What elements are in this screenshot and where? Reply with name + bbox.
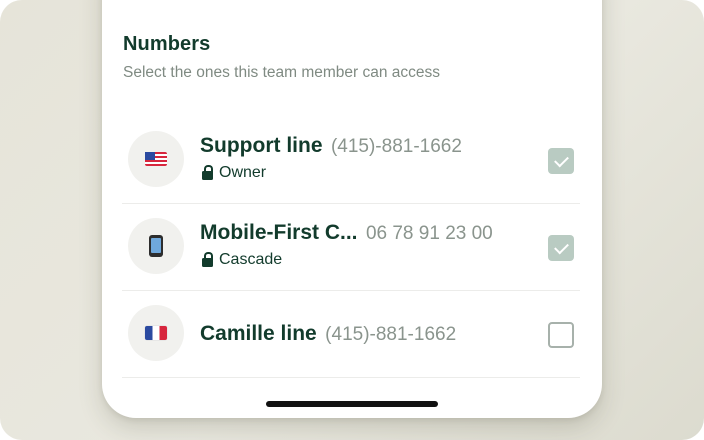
number-avatar xyxy=(128,305,184,361)
phone-number: 06 78 91 23 00 xyxy=(365,223,493,244)
number-name: Camille line xyxy=(200,322,317,345)
access-checkbox[interactable] xyxy=(548,235,574,261)
lock-icon xyxy=(202,251,213,267)
row-divider xyxy=(122,377,580,378)
us-flag-icon xyxy=(145,152,167,166)
row-divider xyxy=(122,290,580,291)
access-text: Owner xyxy=(219,164,267,181)
home-indicator[interactable] xyxy=(266,401,438,407)
section-subtitle: Select the ones this team member can acc… xyxy=(123,64,441,81)
section-title: Numbers xyxy=(123,33,211,55)
checkmark-icon xyxy=(553,152,569,167)
access-label: Owner xyxy=(202,164,266,182)
number-avatar xyxy=(128,218,184,274)
lock-icon xyxy=(202,164,213,180)
access-label: Cascade xyxy=(202,251,282,269)
access-checkbox[interactable] xyxy=(548,148,574,174)
row-divider xyxy=(122,203,580,204)
number-name: Support line xyxy=(200,134,323,157)
number-avatar xyxy=(128,131,184,187)
background-frame: Numbers Select the ones this team member… xyxy=(0,0,704,440)
number-name: Mobile-First C... xyxy=(200,221,358,244)
access-checkbox[interactable] xyxy=(548,322,574,348)
phone-number: (415)-881-1662 xyxy=(325,324,457,345)
number-row-support-line[interactable]: Support line (415)-881-1662 Owner xyxy=(122,118,580,204)
access-text: Cascade xyxy=(219,251,283,268)
checkmark-icon xyxy=(553,239,569,254)
phone-number: (415)-881-1662 xyxy=(330,136,462,157)
mobile-phone-icon xyxy=(149,235,163,257)
fr-flag-icon xyxy=(145,326,167,340)
number-row-camille-line[interactable]: Camille line (415)-881-1662 xyxy=(122,292,580,378)
phone-screen: Numbers Select the ones this team member… xyxy=(102,0,602,418)
number-row-mobile-first[interactable]: Mobile-First C... 06 78 91 23 00 Cascade xyxy=(122,205,580,291)
